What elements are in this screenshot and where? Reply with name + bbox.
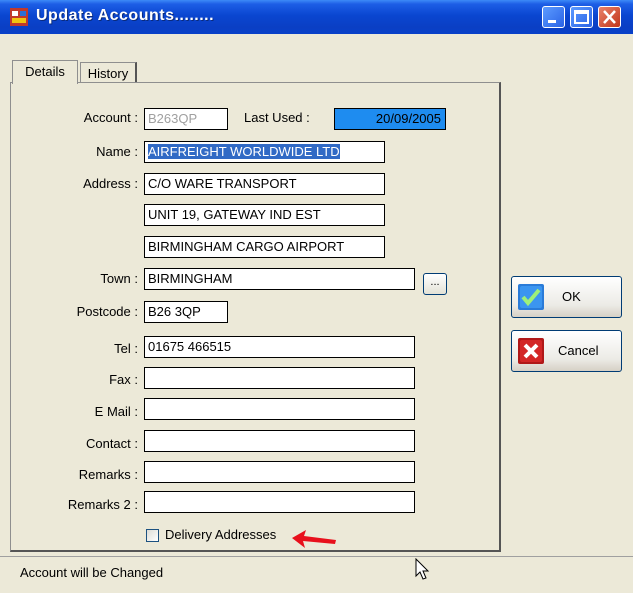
fax-label: Fax : <box>109 372 138 387</box>
address-label: Address : <box>83 176 138 191</box>
update-accounts-window: Update Accounts........ Details History … <box>0 0 633 593</box>
name-field[interactable]: AIRFREIGHT WORLDWIDE LTD <box>144 141 385 163</box>
email-label: E Mail : <box>94 404 138 419</box>
contact-field[interactable] <box>144 430 415 452</box>
details-form: Account : B263QP Last Used : 20/09/2005 … <box>0 0 633 593</box>
name-label: Name : <box>96 144 138 159</box>
address-line-2-field[interactable]: UNIT 19, GATEWAY IND EST <box>144 204 385 226</box>
contact-label: Contact : <box>85 436 138 451</box>
town-browse-button[interactable]: ... <box>423 273 447 295</box>
account-label: Account : <box>83 110 138 125</box>
tel-label: Tel : <box>114 341 138 356</box>
town-field[interactable]: BIRMINGHAM <box>144 268 415 290</box>
delivery-addresses-label[interactable]: Delivery Addresses <box>165 527 276 542</box>
last-used-label: Last Used : <box>244 110 310 125</box>
email-field[interactable] <box>144 398 415 420</box>
address-line-3-field[interactable]: BIRMINGHAM CARGO AIRPORT <box>144 236 385 258</box>
remarks-label: Remarks : <box>78 467 138 482</box>
postcode-label: Postcode : <box>76 304 138 319</box>
annotation-arrow-icon <box>292 530 336 548</box>
remarks-2-label: Remarks 2 : <box>67 497 138 512</box>
tel-field[interactable]: 01675 466515 <box>144 336 415 358</box>
remarks-field[interactable] <box>144 461 415 483</box>
name-value: AIRFREIGHT WORLDWIDE LTD <box>148 144 340 159</box>
fax-field[interactable] <box>144 367 415 389</box>
last-used-field: 20/09/2005 <box>334 108 446 130</box>
postcode-field[interactable]: B26 3QP <box>144 301 228 323</box>
address-line-1-field[interactable]: C/O WARE TRANSPORT <box>144 173 385 195</box>
town-label: Town : <box>100 271 138 286</box>
account-field[interactable]: B263QP <box>144 108 228 130</box>
remarks-2-field[interactable] <box>144 491 415 513</box>
delivery-addresses-checkbox[interactable] <box>146 529 159 542</box>
